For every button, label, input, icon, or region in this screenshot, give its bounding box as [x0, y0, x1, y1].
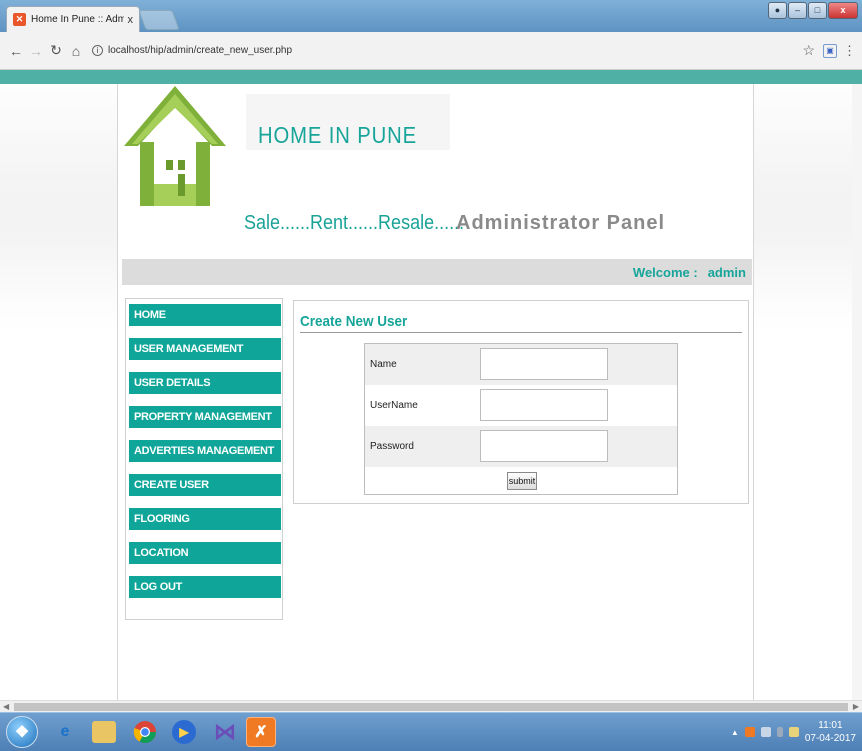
menu-kebab-icon[interactable]: ⋮: [843, 43, 856, 59]
tray-volume-icon[interactable]: [788, 727, 799, 737]
page-viewport: HOME IN PUNE Sale......Rent......Resale.…: [0, 70, 862, 700]
sidebar-item-adverties-management[interactable]: ADVERTIES MANAGEMENT: [129, 440, 281, 462]
user-profile-icon[interactable]: ●: [768, 2, 787, 19]
taskbar: ❖ e ▶ ⋈ ✗ ▲ 11:01 07-04-2017: [0, 712, 862, 751]
panel-title: Administrator Panel: [456, 212, 666, 234]
house-logo-icon: [124, 86, 226, 206]
chrome-icon[interactable]: [130, 717, 160, 747]
back-arrow-icon[interactable]: ←: [6, 43, 26, 59]
close-button[interactable]: x: [828, 2, 858, 19]
xampp-favicon-icon: ✕: [13, 13, 26, 26]
url-field[interactable]: i localhost/hip/admin/create_new_user.ph…: [92, 39, 802, 63]
bookmark-star-icon[interactable]: ☆: [802, 42, 815, 59]
info-icon[interactable]: i: [92, 45, 103, 56]
reload-icon[interactable]: ↻: [46, 42, 66, 59]
sidebar-item-create-user[interactable]: CREATE USER: [129, 474, 281, 496]
taskbar-clock[interactable]: 11:01 07-04-2017: [805, 719, 856, 745]
internet-explorer-icon[interactable]: e: [50, 717, 80, 747]
username-label: UserName: [370, 400, 418, 411]
sidebar-item-user-management[interactable]: USER MANAGEMENT: [129, 338, 281, 360]
scrollbar-thumb[interactable]: [14, 703, 848, 711]
browser-titlebar: ✕ Home In Pune :: Adminis x ● – □ x: [0, 0, 862, 32]
submit-button[interactable]: submit: [507, 472, 537, 490]
sidebar-item-user-details[interactable]: USER DETAILS: [129, 372, 281, 394]
tray-xampp-icon[interactable]: [744, 727, 755, 737]
create-user-form: Name UserName Password submit: [364, 343, 678, 495]
sidebar-item-log-out[interactable]: LOG OUT: [129, 576, 281, 598]
horizontal-scrollbar[interactable]: ◀ ▶: [0, 700, 862, 712]
file-explorer-icon[interactable]: [92, 721, 116, 743]
create-user-panel: Create New User Name UserName Password s…: [293, 300, 749, 504]
new-tab-button[interactable]: [138, 10, 180, 30]
tagline: Sale......Rent......Resale......: [244, 212, 465, 234]
page-container: HOME IN PUNE Sale......Rent......Resale.…: [117, 84, 754, 700]
form-row-password: Password: [365, 426, 677, 467]
welcome-bar: Welcome : admin: [122, 259, 752, 285]
address-bar: ← → ↻ ⌂ i localhost/hip/admin/create_new…: [0, 32, 862, 70]
url-text: localhost/hip/admin/create_new_user.php: [108, 45, 293, 56]
xampp-icon[interactable]: ✗: [246, 717, 276, 747]
password-input[interactable]: [480, 430, 608, 462]
visual-studio-icon[interactable]: ⋈: [210, 717, 240, 747]
form-row-name: Name: [365, 344, 677, 385]
extension-icon[interactable]: ▣: [823, 43, 837, 58]
minimize-button[interactable]: –: [788, 2, 807, 19]
maximize-button[interactable]: □: [808, 2, 827, 19]
welcome-label: Welcome :: [632, 264, 698, 280]
site-brand: HOME IN PUNE: [258, 122, 418, 148]
title-divider: [300, 332, 742, 333]
clock-date: 07-04-2017: [804, 733, 856, 744]
sidebar-item-property-management[interactable]: PROPERTY MANAGEMENT: [129, 406, 281, 428]
tab-title: Home In Pune :: Adminis: [31, 14, 124, 25]
home-icon[interactable]: ⌂: [66, 43, 86, 59]
tray-network-icon[interactable]: [760, 727, 771, 737]
tab-close-icon[interactable]: x: [128, 14, 134, 26]
name-label: Name: [370, 359, 397, 370]
username-input[interactable]: [480, 389, 608, 421]
password-label: Password: [370, 441, 414, 452]
media-player-icon[interactable]: ▶: [172, 720, 196, 744]
system-tray: ▲ 11:01 07-04-2017: [731, 719, 856, 745]
window-controls: ● – □ x: [768, 2, 858, 19]
form-title: Create New User: [300, 313, 408, 330]
sidebar-item-flooring[interactable]: FLOORING: [129, 508, 281, 530]
sidebar-item-location[interactable]: LOCATION: [129, 542, 281, 564]
name-input[interactable]: [480, 348, 608, 380]
form-row-username: UserName: [365, 385, 677, 426]
vertical-scrollbar[interactable]: [852, 84, 862, 700]
sidebar-item-home[interactable]: HOME: [129, 304, 281, 326]
tray-battery-icon[interactable]: [776, 727, 783, 737]
clock-time: 11:01: [818, 720, 843, 731]
tray-expand-icon[interactable]: ▲: [731, 728, 739, 737]
top-stripe: [0, 70, 862, 84]
forward-arrow-icon[interactable]: →: [26, 43, 46, 59]
browser-tab[interactable]: ✕ Home In Pune :: Adminis x: [6, 6, 140, 32]
sidebar: HOME USER MANAGEMENT USER DETAILS PROPER…: [125, 298, 283, 620]
welcome-user: admin: [707, 264, 746, 280]
start-button-icon[interactable]: ❖: [6, 716, 38, 748]
